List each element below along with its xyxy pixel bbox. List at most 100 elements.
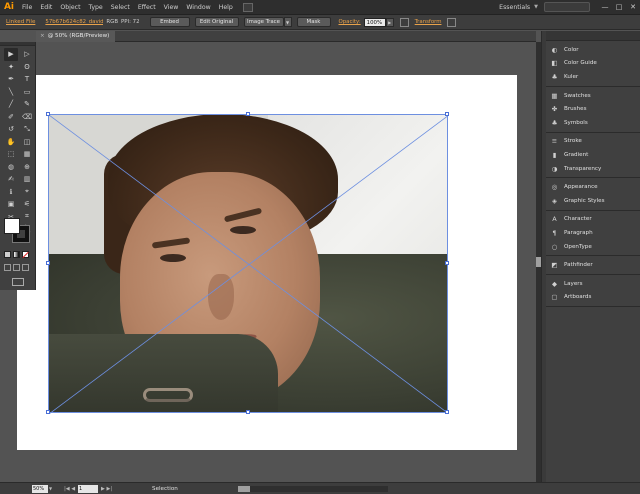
dock-grip[interactable] — [546, 31, 640, 41]
tool-button-4[interactable]: ✒ — [4, 73, 18, 86]
image-trace-dropdown[interactable]: ▼ — [283, 17, 292, 27]
draw-inside-button[interactable] — [22, 264, 29, 271]
tool-button-3[interactable]: ʘ — [20, 61, 34, 74]
panel-item-gradient[interactable]: ▮ Gradient — [546, 148, 640, 162]
tool-button-9[interactable]: ✎ — [20, 98, 34, 111]
handle-bottom-right[interactable] — [445, 410, 449, 414]
align-icon[interactable] — [399, 17, 409, 27]
panel-item-stroke[interactable]: ≡ Stroke — [546, 135, 640, 149]
menu-select[interactable]: Select — [107, 0, 134, 15]
tool-button-23[interactable]: ⌖ — [20, 186, 34, 199]
opacity-label[interactable]: Opacity: — [339, 19, 361, 25]
minimize-button[interactable]: — — [598, 3, 612, 11]
file-name-link[interactable]: 57b67b624c82_david_duchovny.jpg — [45, 19, 103, 25]
none-button[interactable] — [22, 251, 29, 258]
panel-item-character[interactable]: A Character — [546, 213, 640, 227]
arrange-icon[interactable] — [447, 17, 457, 27]
handle-bottom-center[interactable] — [246, 410, 250, 414]
draw-behind-button[interactable] — [13, 264, 20, 271]
close-button[interactable]: ✕ — [626, 3, 640, 11]
menu-object[interactable]: Object — [56, 0, 84, 15]
panel-item-pathfinder[interactable]: ◩ Pathfinder — [546, 258, 640, 272]
selection-bounding-box[interactable] — [46, 112, 449, 414]
tool-button-19[interactable]: ⊕ — [20, 161, 34, 174]
mask-button[interactable]: Mask — [296, 17, 331, 27]
current-tool-status[interactable]: Selection — [152, 486, 178, 492]
menu-window[interactable]: Window — [182, 0, 214, 15]
panel-item-layers[interactable]: ◆ Layers — [546, 277, 640, 291]
transform-link[interactable]: Transform — [415, 19, 442, 25]
opacity-input[interactable]: 100% — [363, 17, 386, 27]
tool-button-16[interactable]: ⬚ — [4, 148, 18, 161]
opacity-dropdown[interactable]: ▶ — [385, 17, 394, 27]
handle-top-right[interactable] — [445, 112, 449, 116]
tool-button-7[interactable]: ▭ — [20, 86, 34, 99]
horizontal-scroll-thumb[interactable] — [237, 485, 250, 492]
panel-item-swatches[interactable]: ▦ Swatches — [546, 89, 640, 103]
tool-button-6[interactable]: ╲ — [4, 86, 18, 99]
zoom-input[interactable]: 50% — [32, 484, 48, 493]
tool-button-10[interactable]: ✐ — [4, 111, 18, 124]
screen-mode-button[interactable] — [12, 278, 24, 286]
panel-item-symbols[interactable]: ♣ Symbols — [546, 116, 640, 130]
color-button[interactable] — [4, 251, 11, 258]
maximize-button[interactable]: □ — [612, 3, 626, 11]
document-tab[interactable]: × @ 50% (RGB/Preview) — [36, 31, 116, 42]
linked-file-link[interactable]: Linked File — [6, 19, 35, 25]
menu-type[interactable]: Type — [85, 0, 107, 15]
menu-help[interactable]: Help — [215, 0, 237, 15]
go-to-bridge-button[interactable] — [242, 2, 253, 12]
gradient-button[interactable] — [13, 251, 20, 258]
panel-item-graphic-styles[interactable]: ◈ Graphic Styles — [546, 194, 640, 208]
panel-item-paragraph[interactable]: ¶ Paragraph — [546, 226, 640, 240]
fill-swatch[interactable] — [4, 218, 20, 234]
tool-button-5[interactable]: T — [20, 73, 34, 86]
tool-button-20[interactable]: ✍ — [4, 173, 18, 186]
tool-button-21[interactable]: ▥ — [20, 173, 34, 186]
tool-button-24[interactable]: ▣ — [4, 198, 18, 211]
tool-button-2[interactable]: ✦ — [4, 61, 18, 74]
image-trace-button[interactable]: Image Trace — [243, 17, 284, 27]
tool-button-8[interactable]: ╱ — [4, 98, 18, 111]
tool-button-0[interactable]: ▶ — [4, 48, 18, 61]
handle-middle-right[interactable] — [445, 261, 449, 265]
tool-button-13[interactable]: ⤡ — [20, 123, 34, 136]
horizontal-scrollbar[interactable] — [237, 485, 388, 492]
tool-button-17[interactable]: ▦ — [20, 148, 34, 161]
panel-item-opentype[interactable]: ○ OpenType — [546, 240, 640, 254]
tool-button-14[interactable]: ✋ — [4, 136, 18, 149]
next-artboard-button[interactable]: ▶ ▶| — [101, 486, 112, 492]
panel-item-brushes[interactable]: ✤ Brushes — [546, 102, 640, 116]
menu-edit[interactable]: Edit — [36, 0, 56, 15]
tool-button-15[interactable]: ◫ — [20, 136, 34, 149]
handle-middle-left[interactable] — [46, 261, 50, 265]
search-input[interactable] — [544, 2, 590, 12]
edit-original-button[interactable]: Edit Original — [194, 17, 239, 27]
panel-item-color-guide[interactable]: ◧ Color Guide — [546, 57, 640, 71]
chevron-down-icon[interactable]: ▼ — [534, 4, 538, 10]
handle-bottom-left[interactable] — [46, 410, 50, 414]
tool-button-22[interactable]: ℹ — [4, 186, 18, 199]
zoom-dropdown-icon[interactable]: ▼ — [49, 486, 52, 491]
tool-button-11[interactable]: ⌫ — [20, 111, 34, 124]
panel-item-transparency[interactable]: ◑ Transparency — [546, 162, 640, 176]
embed-button[interactable]: Embed — [149, 17, 190, 27]
draw-normal-button[interactable] — [4, 264, 11, 271]
tool-button-18[interactable]: ◍ — [4, 161, 18, 174]
menu-effect[interactable]: Effect — [134, 0, 160, 15]
workspace-switcher[interactable]: Essentials — [499, 4, 530, 11]
tool-button-1[interactable]: ▷ — [20, 48, 34, 61]
first-artboard-button[interactable]: |◀ ◀ — [64, 486, 75, 492]
tool-button-25[interactable]: ⚟ — [20, 198, 34, 211]
handle-top-center[interactable] — [246, 112, 250, 116]
close-tab-icon[interactable]: × — [40, 31, 45, 42]
panel-item-appearance[interactable]: ◎ Appearance — [546, 180, 640, 194]
tool-button-12[interactable]: ↺ — [4, 123, 18, 136]
panel-item-color[interactable]: ◐ Color — [546, 43, 640, 57]
panel-item-artboards[interactable]: ▢ Artboards — [546, 291, 640, 305]
menu-file[interactable]: File — [18, 0, 36, 15]
handle-top-left[interactable] — [46, 112, 50, 116]
artboard-number-input[interactable]: 1 — [78, 484, 99, 493]
panel-item-kuler[interactable]: ♣ Kuler — [546, 70, 640, 84]
canvas-area[interactable] — [0, 42, 536, 482]
